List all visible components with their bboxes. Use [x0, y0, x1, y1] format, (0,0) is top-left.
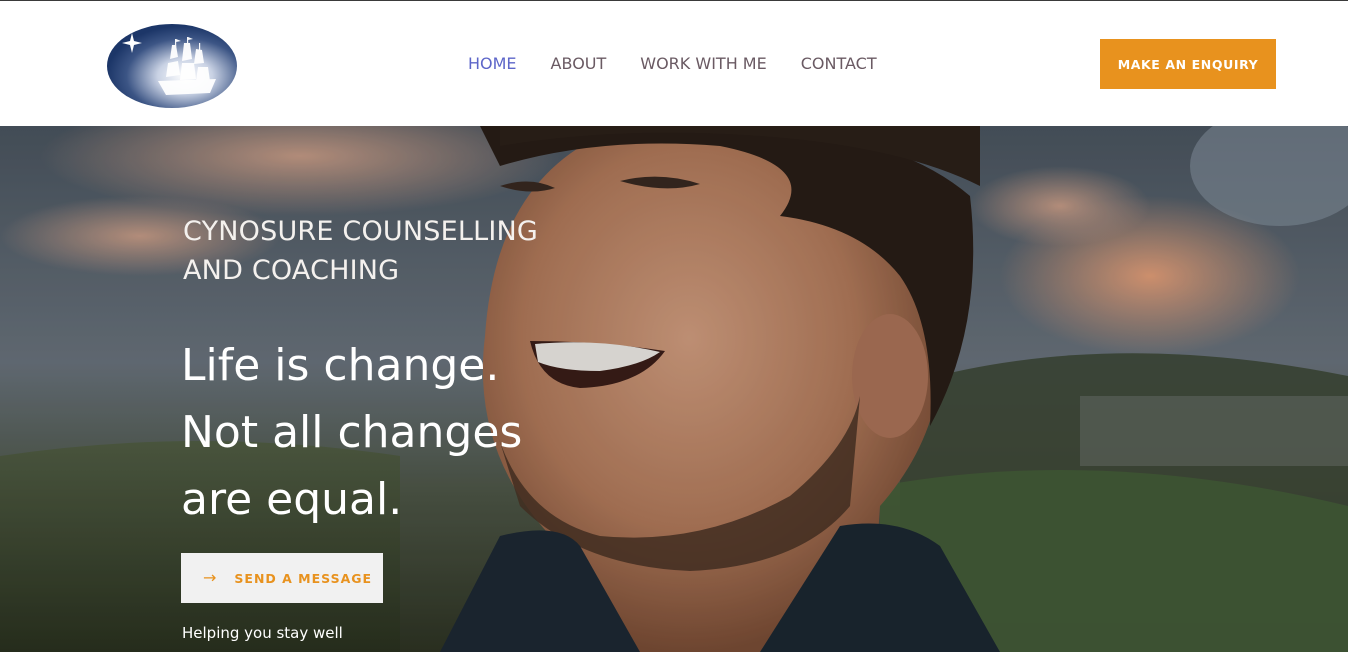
make-enquiry-button[interactable]: MAKE AN ENQUIRY: [1100, 39, 1276, 89]
brand-title: CYNOSURE COUNSELLING AND COACHING: [183, 212, 603, 290]
brand-line-1: CYNOSURE COUNSELLING: [183, 216, 539, 247]
nav-home[interactable]: HOME: [468, 53, 517, 77]
headline-line-2: Not all changes: [181, 407, 523, 458]
hero-headline: Life is change. Not all changes are equa…: [181, 332, 681, 533]
brand-line-2: AND COACHING: [183, 255, 400, 286]
hero-tagline: Helping you stay well: [182, 624, 343, 642]
nav-work-with-me[interactable]: WORK WITH ME: [640, 53, 766, 77]
send-message-label: SEND A MESSAGE: [234, 570, 373, 586]
nav-about[interactable]: ABOUT: [551, 53, 607, 77]
headline-line-1: Life is change.: [181, 340, 500, 391]
headline-line-3: are equal.: [181, 474, 403, 525]
arrow-right-icon: →: [203, 568, 217, 587]
site-header: HOME ABOUT WORK WITH ME CONTACT MAKE AN …: [0, 1, 1348, 126]
nav-contact[interactable]: CONTACT: [801, 53, 877, 77]
logo-link[interactable]: [106, 23, 238, 109]
send-message-button[interactable]: → SEND A MESSAGE: [181, 553, 383, 603]
hero-section: CYNOSURE COUNSELLING AND COACHING Life i…: [0, 126, 1348, 652]
ship-star-logo-icon: [107, 24, 237, 108]
main-nav: HOME ABOUT WORK WITH ME CONTACT: [468, 53, 877, 77]
